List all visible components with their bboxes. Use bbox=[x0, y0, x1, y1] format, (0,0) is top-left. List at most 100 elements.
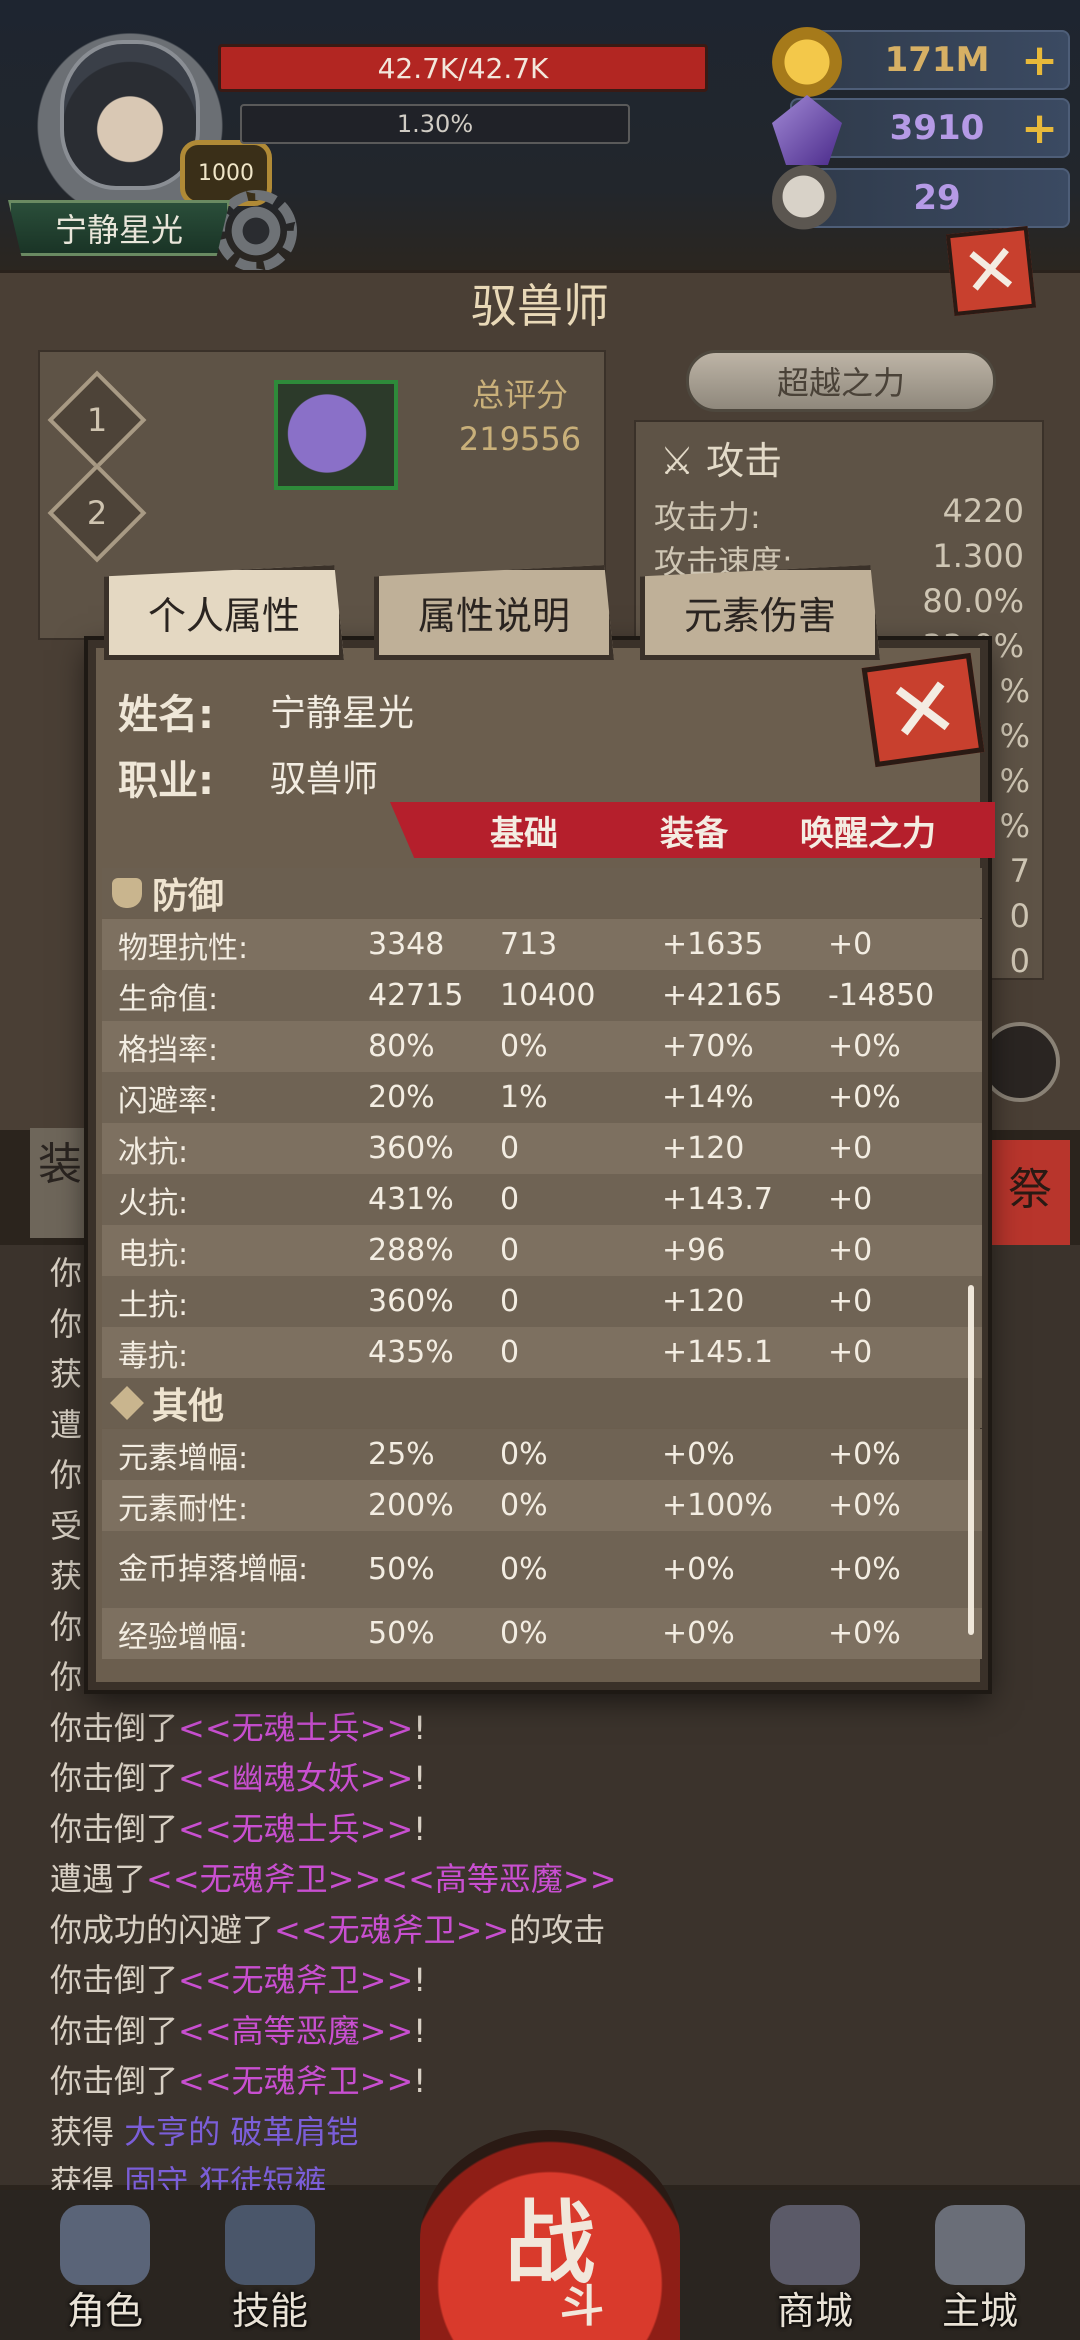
stat-base: 0% bbox=[500, 1616, 548, 1651]
tab-personal-attributes[interactable]: 个人属性 bbox=[104, 565, 344, 660]
gold-value: 171M bbox=[884, 40, 990, 80]
nav-city-button[interactable]: 主城 bbox=[905, 2205, 1055, 2335]
log-text: 你击倒了 bbox=[50, 2011, 179, 2050]
log-text: 获得 bbox=[50, 2112, 125, 2151]
role-icon bbox=[60, 2205, 150, 2285]
log-item-name[interactable]: 大亨的 破革肩铠 bbox=[124, 2113, 358, 2151]
add-gem-button[interactable]: + bbox=[1021, 103, 1058, 154]
nav-role-button[interactable]: 角色 bbox=[30, 2205, 180, 2335]
log-text: 遭 bbox=[50, 1405, 83, 1444]
log-line: 获得 大亨的 破革肩铠 bbox=[50, 2107, 358, 2153]
name-label: 姓名: bbox=[118, 692, 214, 738]
table-row: 毒抗: 435% 0 +145.1 +0 bbox=[102, 1327, 982, 1378]
log-text: ! bbox=[413, 1809, 427, 1848]
flower-item-icon bbox=[262, 362, 392, 492]
xp-bar: 1.30% bbox=[240, 104, 630, 144]
shield-icon bbox=[112, 878, 142, 908]
col-awake-header: 唤醒之力 bbox=[800, 814, 936, 854]
table-row: 格挡率: 80% 0% +70% +0% bbox=[102, 1021, 982, 1072]
nav-skill-button[interactable]: 技能 bbox=[195, 2205, 345, 2335]
log-line: 你击倒了<<幽魂女妖>>! bbox=[50, 1753, 426, 1799]
stat-total: 3348 bbox=[368, 927, 445, 962]
panel-close-button[interactable]: ✕ bbox=[945, 225, 1037, 317]
panel-title: 驭兽师 bbox=[0, 270, 1080, 336]
stat-total: 431% bbox=[368, 1182, 454, 1217]
attack-row-label: 攻击力: bbox=[654, 498, 761, 536]
log-line: 你成功的闪避了<<无魂斧卫>>的攻击 bbox=[50, 1905, 605, 1951]
stat-equip: +42165 bbox=[662, 978, 783, 1013]
log-text: 你击倒了 bbox=[50, 1759, 179, 1797]
log-line: 你击倒了<<无魂士兵>>! bbox=[50, 1703, 426, 1749]
log-line: 遭遇了<<无魂斧卫>><<高等恶魔>> bbox=[50, 1854, 617, 1900]
name-value: 宁静星光 bbox=[270, 693, 415, 734]
stat-total: 50% bbox=[368, 1616, 435, 1651]
stat-awake: +0 bbox=[828, 1233, 873, 1268]
log-line: 你 bbox=[50, 1299, 82, 1345]
stat-name: 土抗: bbox=[118, 1287, 189, 1323]
stat-total: 200% bbox=[368, 1488, 454, 1523]
log-text: 你击倒了 bbox=[50, 2062, 179, 2100]
table-scrollbar[interactable] bbox=[968, 1285, 974, 1635]
stat-base: 0 bbox=[500, 1131, 520, 1166]
log-text: 的攻击 bbox=[509, 1910, 606, 1949]
side-value: 0 bbox=[1009, 897, 1030, 935]
stat-base: 0% bbox=[500, 1029, 548, 1064]
log-enemy-name: <<无魂斧卫>> bbox=[274, 1910, 510, 1949]
log-text: 你 bbox=[50, 1304, 83, 1343]
stat-total: 435% bbox=[368, 1335, 454, 1370]
stat-total: 288% bbox=[368, 1233, 454, 1268]
log-text: 你击倒了 bbox=[50, 1961, 179, 1999]
transcend-button[interactable]: 超越之力 bbox=[686, 350, 996, 412]
stat-base: 0 bbox=[500, 1182, 520, 1217]
stat-awake: +0% bbox=[828, 1616, 901, 1651]
stat-equip: +143.7 bbox=[662, 1182, 774, 1217]
stat-base: 1% bbox=[500, 1080, 548, 1115]
log-text: ! bbox=[413, 2062, 427, 2100]
log-text: 遭遇了 bbox=[50, 1860, 147, 1898]
stat-total: 50% bbox=[368, 1552, 435, 1587]
table-row: 闪避率: 20% 1% +14% +0% bbox=[102, 1072, 982, 1123]
log-enemy-name: <<无魂斧卫>> bbox=[178, 1961, 414, 1999]
attack-header: ⚔ 攻击 bbox=[660, 439, 783, 483]
tab-attribute-info[interactable]: 属性说明 bbox=[374, 565, 614, 660]
gem-value: 3910 bbox=[889, 108, 985, 148]
add-gold-button[interactable]: + bbox=[1021, 35, 1058, 86]
log-enemy-name: <<无魂士兵>> bbox=[178, 1708, 414, 1747]
coin-icon bbox=[772, 27, 842, 97]
section-title: 防御 bbox=[152, 876, 225, 917]
attack-row: 攻击力: 4220 bbox=[654, 492, 1024, 538]
attribute-table[interactable]: 防御 物理抗性: 3348 713 +1635 +0 生命值: 42715 10400 +4216… bbox=[102, 860, 982, 1680]
gem-counter: 3910 + bbox=[772, 95, 1070, 165]
stat-name: 金币掉落增幅: bbox=[118, 1551, 309, 1587]
skull-icon bbox=[772, 165, 842, 235]
stat-equip: +120 bbox=[662, 1131, 745, 1166]
modal-close-button[interactable]: ✕ bbox=[861, 652, 985, 768]
equip-side-tab[interactable]: 装 bbox=[30, 1128, 90, 1238]
nav-shop-button[interactable]: 商城 bbox=[740, 2205, 890, 2335]
tab-element-damage[interactable]: 元素伤害 bbox=[640, 565, 880, 660]
log-enemy-name: <<无魂斧卫>><<高等恶魔>> bbox=[146, 1860, 617, 1898]
log-enemy-name: <<高等恶魔>> bbox=[178, 2011, 414, 2050]
rank-2-label: 2 bbox=[86, 494, 108, 532]
stat-awake: +0% bbox=[828, 1437, 901, 1472]
stat-base: 0% bbox=[500, 1488, 548, 1523]
stat-equip: +1635 bbox=[662, 927, 764, 962]
nav-city-label: 主城 bbox=[941, 2289, 1018, 2333]
search-icon[interactable] bbox=[980, 1022, 1060, 1102]
log-enemy-name: <<幽魂女妖>> bbox=[178, 1759, 414, 1797]
avatar[interactable] bbox=[60, 40, 200, 190]
stat-awake: -14850 bbox=[828, 978, 935, 1013]
stat-name: 物理抗性: bbox=[118, 930, 249, 966]
sacrifice-side-tab[interactable]: 祭 bbox=[990, 1140, 1070, 1250]
battle-label: 战 bbox=[505, 2191, 595, 2296]
stat-name: 火抗: bbox=[118, 1185, 189, 1221]
stat-base: 0 bbox=[500, 1233, 520, 1268]
diamond-icon bbox=[110, 1386, 144, 1420]
log-text: 受 bbox=[50, 1506, 83, 1545]
log-line: 你击倒了<<高等恶魔>>! bbox=[50, 2006, 426, 2052]
table-row: 元素耐性: 200% 0% +100% +0% bbox=[102, 1480, 982, 1531]
log-line: 获 bbox=[50, 1349, 82, 1395]
log-enemy-name: <<无魂士兵>> bbox=[178, 1809, 414, 1848]
score-label: 总评分 bbox=[471, 376, 568, 414]
stat-awake: +0% bbox=[828, 1029, 901, 1064]
